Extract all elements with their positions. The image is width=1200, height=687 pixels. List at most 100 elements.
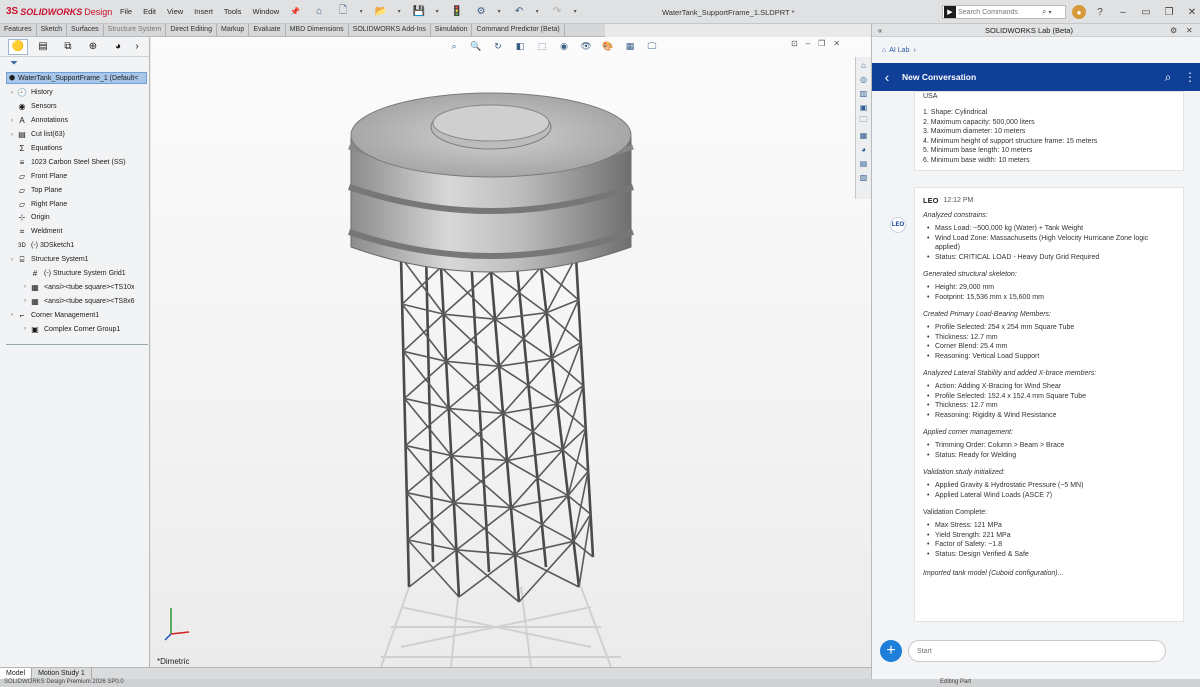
more-options-icon[interactable]: ⋮	[1180, 70, 1200, 84]
tree-item[interactable]: › ⌸ Structure System1	[0, 253, 149, 267]
save-icon[interactable]: 💾	[410, 4, 428, 20]
chevron-down-icon[interactable]: ▾	[358, 4, 364, 20]
doc-close-icon[interactable]: ✕	[833, 39, 840, 48]
search-scope-icon[interactable]: ▶	[944, 6, 956, 18]
undo-icon[interactable]: ↶	[510, 4, 528, 20]
tab-structure-system[interactable]: Structure System	[104, 24, 167, 36]
tree-root-part[interactable]: ⬢ WaterTank_SupportFrame_1 (Default<	[6, 72, 147, 84]
tree-item[interactable]: › A Annotations	[0, 114, 149, 128]
tree-item[interactable]: ⌗ Weldment	[0, 225, 149, 239]
add-attachment-button[interactable]: +	[880, 640, 902, 662]
chevron-down-icon[interactable]: ▾	[534, 4, 540, 20]
tree-item[interactable]: Σ Equations	[0, 142, 149, 156]
restore-down-icon[interactable]: ❐	[1160, 4, 1178, 20]
filter-icon[interactable]: ⏷	[0, 57, 149, 70]
rebuild-icon[interactable]: 🚦	[448, 4, 466, 20]
chevron-down-icon[interactable]: ▾	[572, 4, 578, 20]
zoom-area-icon[interactable]: 🔍	[469, 39, 483, 53]
appearance-icon[interactable]: 🎨	[601, 39, 615, 53]
configuration-manager-tab-icon[interactable]: ⧉	[58, 39, 78, 55]
tree-item[interactable]: ◉ Sensors	[0, 100, 149, 114]
new-document-icon[interactable]: 🗋	[334, 4, 352, 20]
expand-arrow-icon[interactable]: ›	[8, 132, 16, 138]
appearances-icon[interactable]: ◕	[858, 143, 870, 155]
hide-show-icon[interactable]: 👁	[579, 39, 593, 53]
solidworks-resources-icon[interactable]: ⌂	[858, 59, 870, 71]
tree-item[interactable]: › ▤ Cut list(63)	[0, 128, 149, 142]
tree-item[interactable]: 3D (-) 3DSketch1	[0, 239, 149, 253]
tab-model[interactable]: Model	[0, 668, 33, 679]
tile-icon[interactable]: ⊡	[791, 39, 798, 48]
expand-arrow-icon[interactable]: ›	[8, 90, 16, 96]
tree-item[interactable]: › ▦ <ansi><tube square><TS10x	[0, 280, 149, 294]
redo-icon[interactable]: ↷	[548, 4, 566, 20]
design-library-icon[interactable]: ▥	[858, 87, 870, 99]
expand-arrow-icon[interactable]: ›	[8, 257, 16, 263]
tree-item[interactable]: ▱ Top Plane	[0, 183, 149, 197]
panel-close-icon[interactable]: ✕	[1186, 26, 1200, 35]
pin-icon[interactable]: 📌	[290, 7, 300, 16]
tree-item[interactable]: › ▣ Complex Corner Group1	[0, 322, 149, 336]
tree-item[interactable]: ⊹ Origin	[0, 211, 149, 225]
chevron-down-icon[interactable]: ▾	[1048, 9, 1051, 16]
view-settings-icon[interactable]: 🖵	[645, 39, 659, 53]
search-commands-input[interactable]	[958, 8, 1042, 16]
tree-item[interactable]: ▱ Front Plane	[0, 169, 149, 183]
display-style-icon[interactable]: ◉	[557, 39, 571, 53]
file-explorer-icon[interactable]: 🗀	[858, 115, 870, 127]
zoom-to-fit-icon[interactable]: ⌕	[447, 39, 461, 53]
chevron-down-icon[interactable]: ▾	[434, 4, 440, 20]
expand-arrow-icon[interactable]: ›	[21, 284, 29, 290]
chevron-down-icon[interactable]: ▾	[396, 4, 402, 20]
previous-view-icon[interactable]: ↻	[491, 39, 505, 53]
message-list[interactable]: USA 1. Shape: Cylindrical 2. Maximum capa…	[872, 91, 1200, 651]
expand-arrow-icon[interactable]: ›	[8, 312, 16, 318]
tree-rollback-bar[interactable]	[6, 344, 148, 346]
user-avatar-icon[interactable]: ●	[1072, 5, 1086, 19]
property-manager-tab-icon[interactable]: ▤	[33, 39, 53, 55]
panel-settings-icon[interactable]: ⚙	[1170, 26, 1186, 35]
close-icon[interactable]: ✕	[1183, 4, 1200, 20]
tab-command-predictor-beta[interactable]: Command Predictor (Beta)	[472, 24, 565, 36]
search-icon[interactable]: ⌕	[1156, 70, 1180, 85]
menu-insert[interactable]: Insert	[194, 7, 213, 16]
feature-manager-tab-icon[interactable]: 🟡	[8, 38, 28, 55]
doc-minimize-icon[interactable]: –	[806, 39, 810, 48]
menu-window[interactable]: Window	[252, 7, 279, 16]
section-view-icon[interactable]: ◧	[513, 39, 527, 53]
search-commands-box[interactable]: ▶ ⌕ ▾	[942, 5, 1066, 19]
search-icon[interactable]: ⌕	[1042, 7, 1046, 17]
tab-mbd-dimensions[interactable]: MBD Dimensions	[286, 24, 349, 36]
tab-simulation[interactable]: Simulation	[431, 24, 473, 36]
tree-item[interactable]: › ▦ <ansi><tube square><TS8x6	[0, 294, 149, 308]
chevron-right-icon[interactable]: ›	[133, 39, 141, 55]
view-palette-icon[interactable]: ▦	[858, 129, 870, 141]
message-input[interactable]	[908, 640, 1166, 662]
menu-file[interactable]: File	[120, 7, 132, 16]
ai-lab-icon[interactable]: ▧	[858, 171, 870, 183]
tree-item[interactable]: › 🕘 History	[0, 86, 149, 100]
tab-features[interactable]: Features	[0, 24, 37, 36]
tree-item[interactable]: › ⌐ Corner Management1	[0, 308, 149, 322]
custom-properties-icon[interactable]: ▤	[858, 157, 870, 169]
tab-markup[interactable]: Markup	[217, 24, 250, 36]
display-manager-tab-icon[interactable]: ◕	[108, 39, 128, 55]
expand-arrow-icon[interactable]: ›	[8, 118, 16, 124]
tree-item[interactable]: ≡ 1023 Carbon Steel Sheet (SS)	[0, 155, 149, 169]
home-icon[interactable]: ⌂	[310, 4, 328, 20]
menu-view[interactable]: View	[167, 7, 183, 16]
tab-direct-editing[interactable]: Direct Editing	[166, 24, 217, 36]
tab-evaluate[interactable]: Evaluate	[249, 24, 286, 36]
tree-item[interactable]: ▱ Right Plane	[0, 197, 149, 211]
collapse-panel-icon[interactable]: «	[872, 26, 888, 35]
dimxpert-tab-icon[interactable]: ⊕	[83, 39, 103, 55]
ai-breadcrumb[interactable]: ⌂ AI Lab ›	[872, 37, 1200, 63]
water-tank-model[interactable]	[341, 67, 641, 667]
help-icon[interactable]: ?	[1091, 4, 1109, 20]
3dexperience-icon[interactable]: ◎	[858, 73, 870, 85]
graphics-area[interactable]: ⌕ 🔍 ↻ ◧ ⬚ ◉ 👁 🎨 ▦ 🖵 ⊡ – ❐ ✕ ⌂ ◎ ▥ ▣ 🗀 ▦ …	[151, 37, 871, 667]
tree-item[interactable]: # (-) Structure System Grid1	[0, 267, 149, 281]
chevron-down-icon[interactable]: ▾	[496, 4, 502, 20]
expand-arrow-icon[interactable]: ›	[21, 298, 29, 304]
tab-motion-study-1[interactable]: Motion Study 1	[32, 668, 92, 679]
